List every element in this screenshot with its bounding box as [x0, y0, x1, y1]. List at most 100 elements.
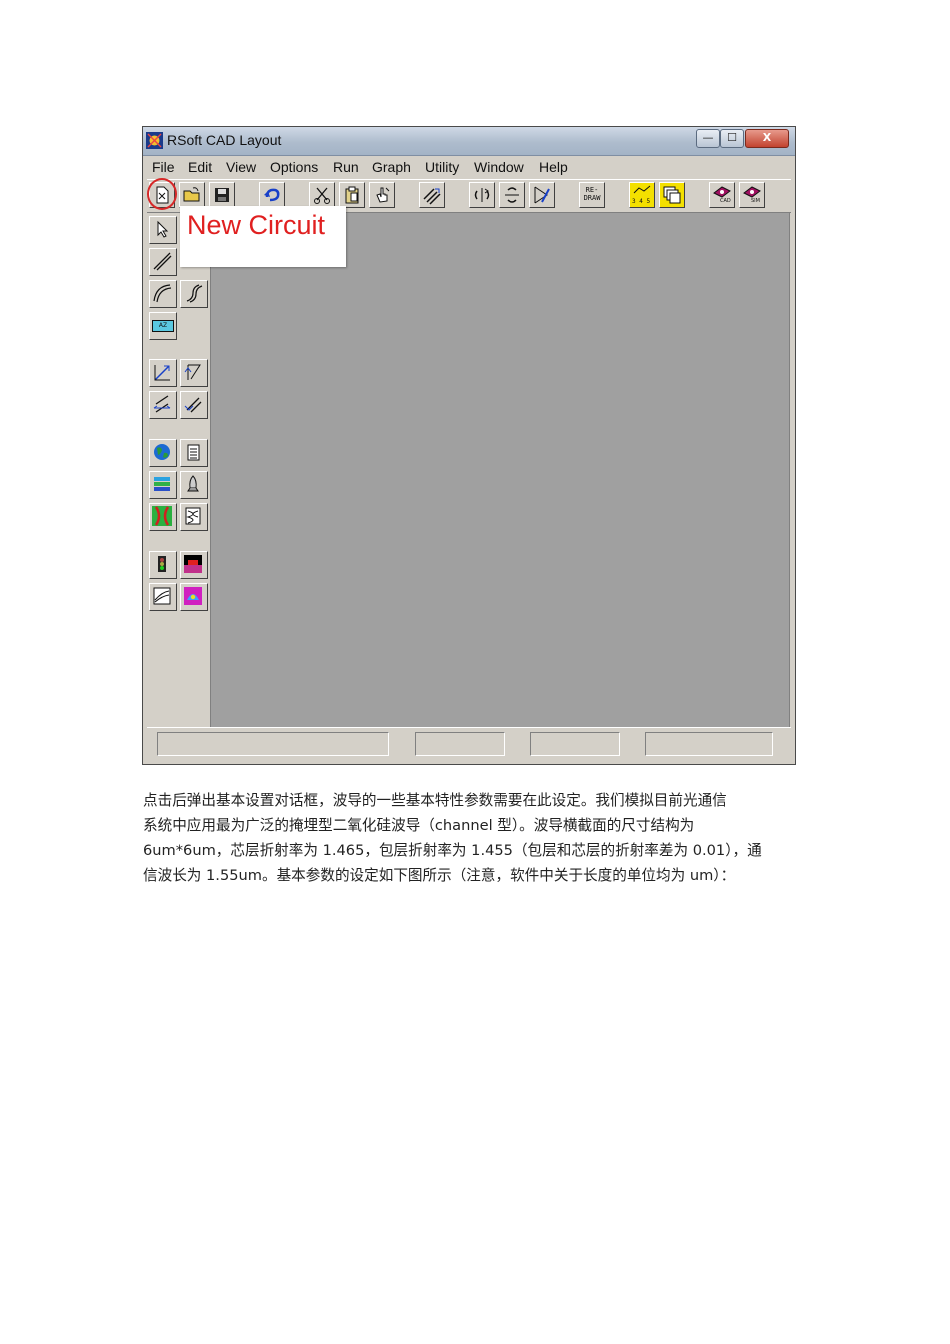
sim-button[interactable]: SIM [739, 182, 765, 208]
paragraph-line: 点击后弹出基本设置对话框，波导的一些基本特性参数需要在此设定。我们模拟目前光通信 [143, 792, 727, 809]
save-button[interactable] [209, 182, 235, 208]
notepad-icon [187, 444, 200, 461]
title-bar[interactable]: RSoft CAD Layout — ☐ X [143, 127, 795, 156]
menu-view[interactable]: View [226, 159, 256, 175]
callout-text: New Circuit [187, 210, 326, 240]
coupler-button[interactable] [149, 503, 177, 531]
menu-edit[interactable]: Edit [188, 159, 212, 175]
layer-profile-button[interactable] [149, 471, 177, 499]
window-title: RSoft CAD Layout [167, 132, 282, 148]
interleave-button[interactable] [180, 503, 208, 531]
notes-button[interactable] [180, 439, 208, 467]
redraw-button[interactable]: RE- DRAW [579, 182, 605, 208]
plot-label: 3 4 5 [632, 198, 651, 205]
close-button[interactable]: X [745, 129, 789, 148]
corner-arrow-icon [154, 365, 170, 381]
s-curve-icon [186, 284, 203, 303]
status-pane-info [645, 732, 773, 756]
vertical-scrollbar[interactable] [789, 213, 794, 727]
field-button[interactable] [180, 583, 208, 611]
save-disk-icon [215, 188, 229, 202]
maximize-button[interactable]: ☐ [720, 129, 744, 148]
menu-run[interactable]: Run [333, 159, 359, 175]
rsoft-cad-window: RSoft CAD Layout — ☐ X File Edit View Op… [143, 127, 795, 764]
status-pane-x [415, 732, 505, 756]
cad-label: CAD [720, 198, 731, 204]
parallel-arrows-icon [184, 397, 202, 413]
sim-book-icon [743, 186, 761, 198]
menu-file[interactable]: File [152, 159, 175, 175]
taper-arrow-icon [184, 364, 201, 380]
edit-tool-button[interactable] [369, 182, 395, 208]
redraw-label: RE- DRAW [583, 186, 601, 202]
status-bar [147, 727, 791, 760]
segment-tool-button[interactable] [529, 182, 555, 208]
status-pane-main [157, 732, 389, 756]
new-circuit-highlight-ring [147, 178, 177, 210]
parallel-tool-button[interactable] [180, 391, 208, 419]
menu-bar: File Edit View Options Run Graph Utility… [147, 157, 791, 179]
vertex-tool-button[interactable] [149, 359, 177, 387]
plot-button[interactable]: 3 4 5 [629, 182, 655, 208]
s-bend-button[interactable] [180, 280, 208, 308]
menu-help[interactable]: Help [539, 159, 568, 175]
hand-pointer-icon [376, 187, 390, 203]
text-label-button[interactable]: AZ [149, 312, 177, 340]
scissors-icon [314, 187, 330, 204]
flip-button[interactable] [499, 182, 525, 208]
paragraph-line: 6um*6um，芯层折射率为 1.465，包层折射率为 1.455（包层和芯层的… [143, 842, 762, 859]
menu-utility[interactable]: Utility [425, 159, 459, 175]
arc-curve-icon [153, 284, 172, 303]
undo-button[interactable] [259, 182, 285, 208]
globe-icon [154, 444, 170, 460]
description-paragraph: 点击后弹出基本设置对话框，波导的一些基本特性参数需要在此设定。我们模拟目前光通信… [143, 788, 807, 888]
select-tool-button[interactable] [149, 216, 177, 244]
array-tool-button[interactable] [419, 182, 445, 208]
rocket-icon [187, 475, 199, 492]
traffic-light-icon [158, 556, 166, 572]
status-pane-y [530, 732, 620, 756]
tool-palette: AZ [147, 213, 211, 727]
pen-segment-icon [534, 186, 550, 204]
paragraph-line: 信波长为 1.55um。基本参数的设定如下图所示（注意，软件中关于长度的单位均为… [143, 867, 736, 884]
undo-arrow-icon [264, 188, 280, 202]
launch-button[interactable] [180, 471, 208, 499]
coupler-curves-icon [152, 506, 172, 526]
menu-graph[interactable]: Graph [372, 159, 411, 175]
rotate-button[interactable] [469, 182, 495, 208]
arc-segment-button[interactable] [149, 280, 177, 308]
open-folder-icon [183, 187, 200, 202]
multi-plot-button[interactable] [659, 182, 685, 208]
open-button[interactable] [179, 182, 205, 208]
menu-options[interactable]: Options [270, 159, 318, 175]
stacked-windows-icon [663, 186, 681, 204]
taper-tool-button[interactable] [180, 359, 208, 387]
cut-button[interactable] [309, 182, 335, 208]
global-settings-button[interactable] [149, 439, 177, 467]
layers-icon [154, 477, 170, 491]
flip-icon [505, 187, 519, 203]
cad-book-icon [713, 186, 731, 198]
parallel-lines-icon [423, 188, 441, 205]
diagonal-line-icon [153, 252, 172, 271]
cursor-arrow-icon [157, 220, 169, 238]
menu-window[interactable]: Window [474, 159, 524, 175]
sim-label: SIM [751, 198, 760, 204]
offset-tool-button[interactable] [149, 391, 177, 419]
offset-arrows-icon [153, 395, 171, 413]
cad-button[interactable]: CAD [709, 182, 735, 208]
minimize-button[interactable]: — [696, 129, 720, 148]
mode-button[interactable] [149, 583, 177, 611]
clipboard-icon [345, 186, 359, 204]
app-icon [146, 132, 163, 149]
index-profile-button[interactable] [180, 551, 208, 579]
monitor-button[interactable] [149, 551, 177, 579]
plot-chart-icon [633, 185, 651, 194]
field-eye-icon [184, 587, 202, 605]
layout-canvas[interactable] [211, 213, 789, 727]
paste-button[interactable] [339, 182, 365, 208]
rotate-icon [474, 188, 490, 202]
straight-segment-button[interactable] [149, 248, 177, 276]
text-tool-label: AZ [152, 320, 174, 332]
paragraph-line: 系统中应用最为广泛的掩埋型二氧化硅波导（channel 型）。波导横截面的尺寸结… [143, 817, 695, 834]
